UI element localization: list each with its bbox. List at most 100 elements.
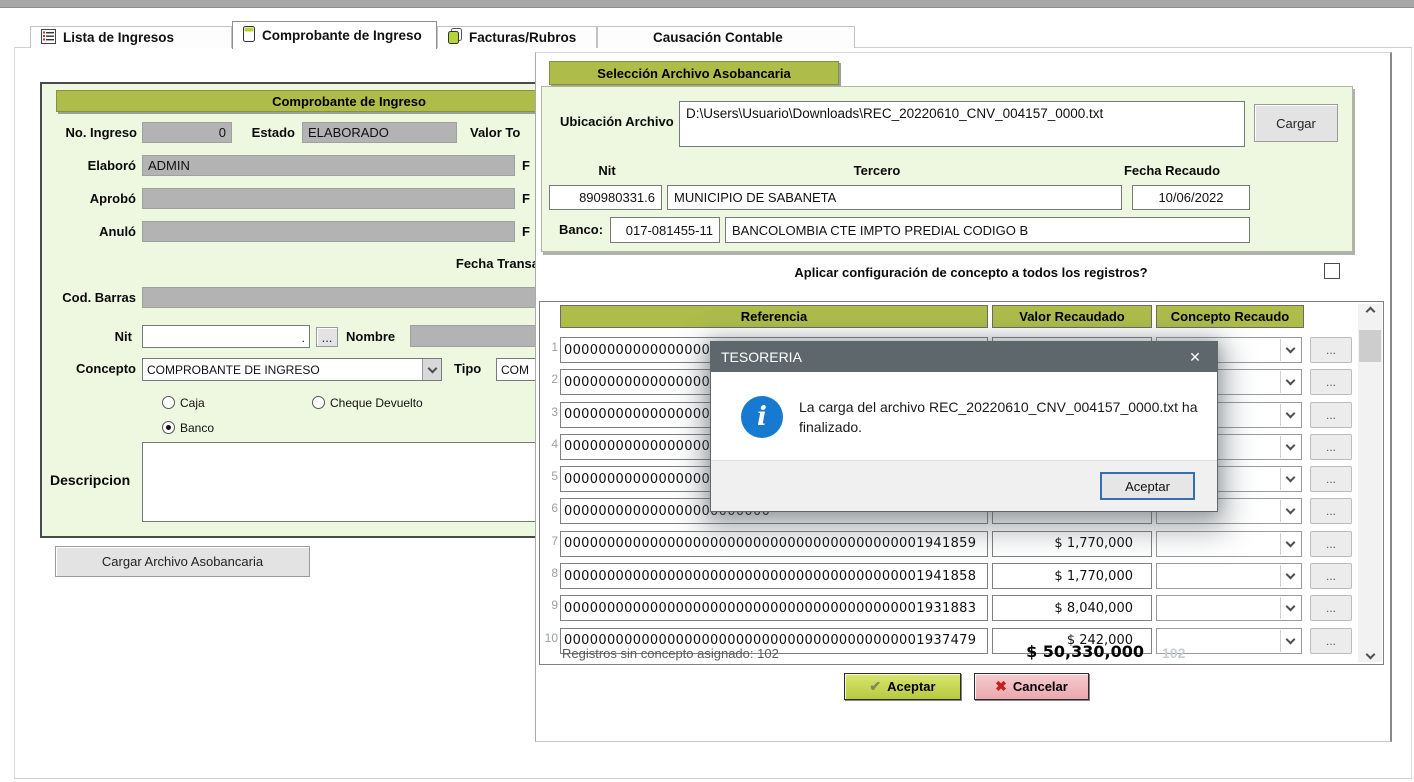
concepto-value: COMPROBANTE DE INGRESO <box>147 363 320 377</box>
no-ingreso-field: 0 <box>142 122 232 143</box>
radio-banco[interactable]: Banco <box>162 419 214 437</box>
banco-label: Banco: <box>559 222 603 237</box>
valor-recaudado-cell[interactable]: $ 1,770,000 <box>992 531 1152 557</box>
nit-recaudo-input[interactable]: 890980331.6 <box>549 185 662 210</box>
nit-browse-button[interactable]: ... <box>316 327 338 347</box>
row-number: 9 <box>542 598 558 612</box>
close-icon[interactable]: ✕ <box>1173 342 1217 372</box>
concepto-recaudo-select[interactable] <box>1156 563 1302 589</box>
aprobo-field <box>142 188 515 209</box>
frame-bottom-border <box>14 778 1412 779</box>
row-number: 7 <box>542 534 558 548</box>
tab-lista-de-ingresos[interactable]: Lista de Ingresos <box>30 26 232 48</box>
scroll-down-icon[interactable] <box>1358 654 1382 658</box>
tab-comprobante-de-ingreso[interactable]: Comprobante de Ingreso <box>232 21 437 49</box>
aceptar-button[interactable]: ✔ Aceptar <box>844 673 961 700</box>
tab-facturas-rubros[interactable]: Facturas/Rubros <box>437 26 597 48</box>
valor-total-label: Valor To <box>470 125 520 140</box>
chevron-down-icon[interactable] <box>1280 565 1300 587</box>
message-box-title: TESORERIA <box>711 342 1217 372</box>
tipo-value: COM <box>501 363 529 377</box>
no-ingreso-label: No. Ingreso <box>48 125 137 140</box>
dialog-header: Selección Archivo Asobancaria <box>549 61 839 85</box>
chevron-down-icon[interactable] <box>1280 500 1300 522</box>
total-ghost-count: 102 <box>1162 645 1185 661</box>
tercero-input[interactable]: MUNICIPIO DE SABANETA <box>667 185 1122 210</box>
radio-cheque-devuelto[interactable]: Cheque Devuelto <box>312 394 423 412</box>
valor-recaudado-cell[interactable]: $ 1,770,000 <box>992 563 1152 589</box>
concepto-browse-button[interactable]: ... <box>1310 466 1352 492</box>
chevron-down-icon[interactable] <box>1280 597 1300 619</box>
referencia-cell[interactable]: 0000000000000000000000000000000000000000… <box>560 595 988 621</box>
ubicacion-archivo-label: Ubicación Archivo <box>560 114 674 129</box>
tipo-label: Tipo <box>454 361 481 376</box>
valor-recaudado-header: Valor Recaudado <box>992 305 1152 328</box>
valor-recaudado-cell[interactable]: $ 8,040,000 <box>992 595 1152 621</box>
chevron-down-icon[interactable] <box>1280 436 1300 458</box>
nit-input[interactable]: . <box>142 325 310 348</box>
cancelar-label: Cancelar <box>1013 679 1068 694</box>
concepto-browse-button[interactable]: ... <box>1310 337 1352 363</box>
message-text: La carga del archivo REC_20220610_CNV_00… <box>799 397 1204 438</box>
ubicacion-archivo-input[interactable]: D:\Users\Usuario\Downloads\REC_20220610_… <box>679 101 1245 147</box>
concepto-recaudo-select[interactable] <box>1156 531 1302 557</box>
radio-circle[interactable] <box>162 396 175 409</box>
chevron-down-icon[interactable] <box>1280 371 1300 393</box>
cargar-button[interactable]: Cargar <box>1254 104 1338 142</box>
concepto-browse-button[interactable]: ... <box>1310 498 1352 524</box>
chevron-down-icon[interactable] <box>1280 630 1300 652</box>
message-ok-button[interactable]: Aceptar <box>1100 472 1195 500</box>
tesoreria-message-box: TESORERIA ✕ i La carga del archivo REC_2… <box>710 341 1218 512</box>
anulo-label: Anuló <box>48 224 136 239</box>
message-box-body: i La carga del archivo REC_20220610_CNV_… <box>711 372 1217 462</box>
chevron-down-icon[interactable] <box>1280 533 1300 555</box>
radio-caja[interactable]: Caja <box>162 394 205 412</box>
concepto-combobox[interactable]: COMPROBANTE DE INGRESO <box>142 358 442 381</box>
radio-circle[interactable] <box>312 396 325 409</box>
row-number: 8 <box>542 566 558 580</box>
aplicar-configuracion-label: Aplicar configuración de concepto a todo… <box>656 265 1286 280</box>
radio-circle[interactable] <box>162 421 175 434</box>
scroll-up-icon[interactable] <box>1358 308 1382 312</box>
banco-nombre-input[interactable]: BANCOLOMBIA CTE IMPTO PREDIAL CODIGO B <box>725 217 1250 243</box>
frame-right-border <box>1411 48 1412 779</box>
descripcion-textarea[interactable] <box>142 442 602 522</box>
total-recaudado: $ 50,330,000 <box>992 642 1152 661</box>
fecha-recaudo-input[interactable]: 10/06/2022 <box>1132 185 1250 210</box>
row-number: 2 <box>542 372 558 386</box>
chevron-down-icon[interactable] <box>422 359 441 380</box>
fecha-anulo-label: F <box>522 224 530 239</box>
cod-barras-label: Cod. Barras <box>46 290 136 305</box>
info-icon: i <box>741 396 783 438</box>
concepto-browse-button[interactable]: ... <box>1310 563 1352 589</box>
fecha-recaudo-column-label: Fecha Recaudo <box>1117 163 1227 178</box>
chevron-down-icon[interactable] <box>1280 339 1300 361</box>
scrollbar-thumb[interactable] <box>1359 330 1381 362</box>
concepto-browse-button[interactable]: ... <box>1310 628 1352 654</box>
page-icon <box>243 26 255 45</box>
chevron-down-icon[interactable] <box>1280 468 1300 490</box>
descripcion-label: Descripcion <box>50 472 130 488</box>
tab-causacion-contable[interactable]: Causación Contable <box>597 26 855 48</box>
chevron-down-icon[interactable] <box>1280 404 1300 426</box>
check-icon: ✔ <box>869 678 881 695</box>
concepto-browse-button[interactable]: ... <box>1310 434 1352 460</box>
cargar-archivo-asobancaria-button[interactable]: Cargar Archivo Asobancaria <box>55 546 310 577</box>
concepto-browse-button[interactable]: ... <box>1310 595 1352 621</box>
cancelar-button[interactable]: ✖ Cancelar <box>974 673 1089 700</box>
fecha-aprobo-label: F <box>522 191 530 206</box>
banco-cuenta-input[interactable]: 017-081455-11 <box>610 217 720 243</box>
row-number: 10 <box>542 631 558 645</box>
frame-left-border <box>14 48 15 779</box>
concepto-recaudo-select[interactable] <box>1156 595 1302 621</box>
table-scrollbar[interactable] <box>1358 304 1382 662</box>
nit-column-label: Nit <box>562 163 652 178</box>
concepto-browse-button[interactable]: ... <box>1310 531 1352 557</box>
referencia-cell[interactable]: 0000000000000000000000000000000000000000… <box>560 563 988 589</box>
concepto-browse-button[interactable]: ... <box>1310 369 1352 395</box>
row-number: 4 <box>542 437 558 451</box>
aplicar-checkbox[interactable] <box>1324 263 1340 279</box>
referencia-cell[interactable]: 0000000000000000000000000000000000000000… <box>560 531 988 557</box>
concepto-browse-button[interactable]: ... <box>1310 402 1352 428</box>
radio-label: Cheque Devuelto <box>330 396 423 410</box>
